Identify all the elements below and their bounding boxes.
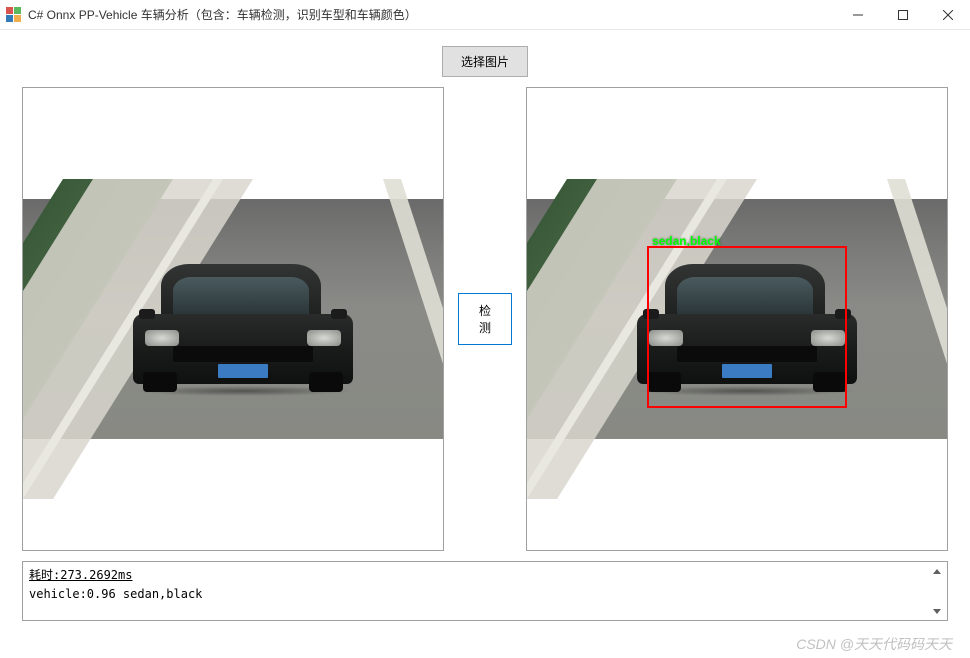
watermark: CSDN @天天代码码天天 bbox=[796, 634, 952, 654]
images-row: 检测 bbox=[22, 87, 948, 551]
select-image-button[interactable]: 选择图片 bbox=[442, 46, 528, 77]
app-icon bbox=[6, 7, 22, 23]
output-textbox[interactable]: 耗时:273.2692ms vehicle:0.96 sedan,black bbox=[22, 561, 948, 621]
maximize-button[interactable] bbox=[880, 0, 925, 29]
detection-label: sedan,black bbox=[652, 234, 721, 248]
close-button[interactable] bbox=[925, 0, 970, 29]
output-result: vehicle:0.96 sedan,black bbox=[29, 584, 941, 606]
window-title: C# Onnx PP-Vehicle 车辆分析（包含：车辆检测，识别车型和车辆颜… bbox=[28, 6, 835, 23]
output-image: sedan,black bbox=[527, 199, 947, 439]
top-button-row: 选择图片 bbox=[22, 46, 948, 77]
minimize-button[interactable] bbox=[835, 0, 880, 29]
output-image-panel: sedan,black bbox=[526, 87, 948, 551]
output-timing: 耗时:273.2692ms bbox=[29, 566, 941, 584]
detect-button[interactable]: 检测 bbox=[458, 293, 512, 345]
scroll-down-icon[interactable] bbox=[929, 603, 945, 619]
input-image-panel bbox=[22, 87, 444, 551]
titlebar: C# Onnx PP-Vehicle 车辆分析（包含：车辆检测，识别车型和车辆颜… bbox=[0, 0, 970, 30]
window-controls bbox=[835, 0, 970, 29]
content-area: 选择图片 bbox=[0, 30, 970, 633]
scroll-up-icon[interactable] bbox=[929, 563, 945, 579]
input-image bbox=[23, 199, 443, 439]
